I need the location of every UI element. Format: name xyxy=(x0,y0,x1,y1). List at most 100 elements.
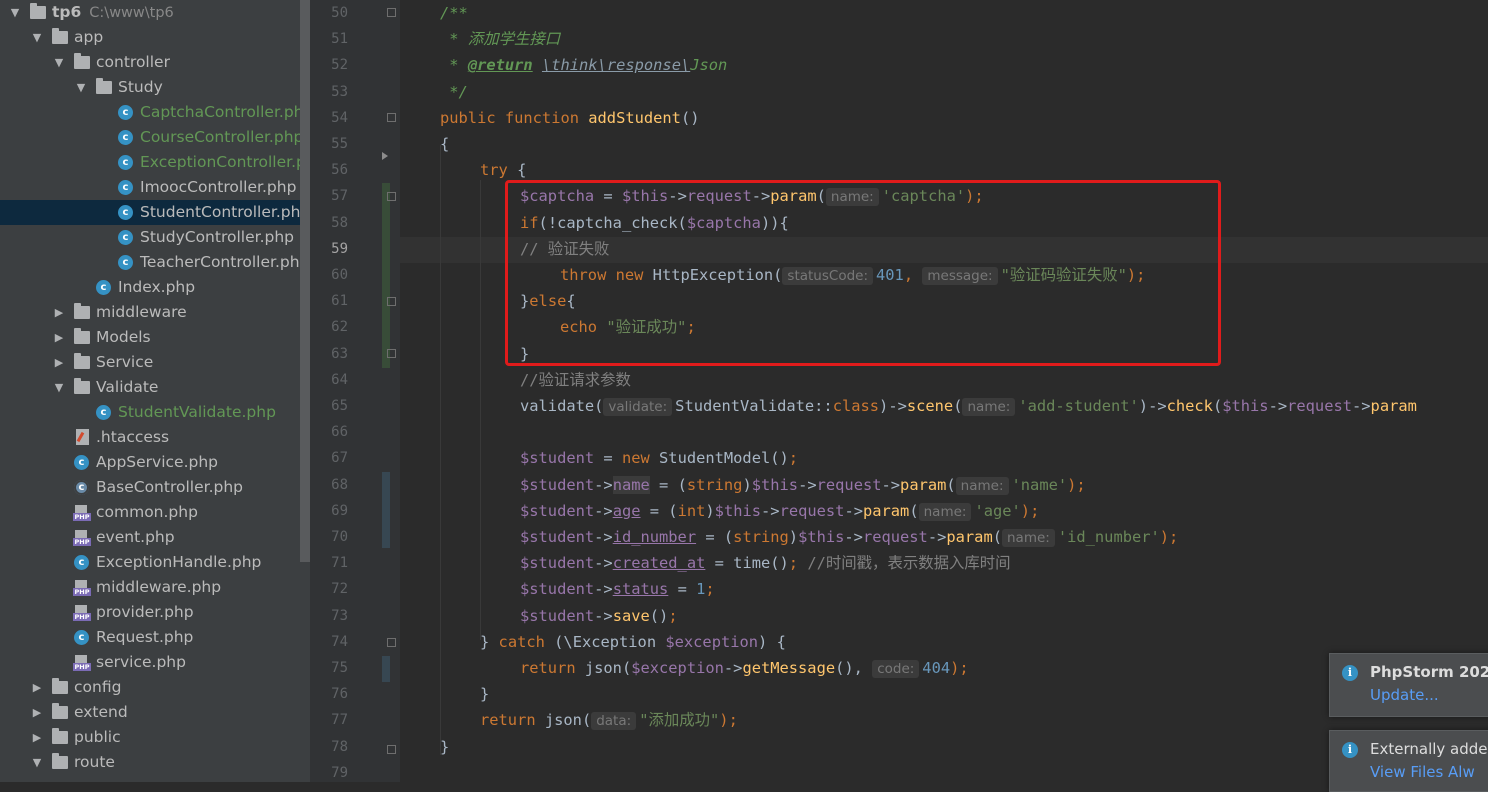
tree-item[interactable]: PHP service.php xyxy=(0,650,310,675)
tree-item[interactable]: PHP event.php xyxy=(0,525,310,550)
tree-item-name: TeacherController.php xyxy=(140,253,310,271)
expand-arrow-icon[interactable]: ▼ xyxy=(30,25,44,50)
notification-balloon[interactable]: i Externally added View Files Alw xyxy=(1329,730,1488,792)
tree-item[interactable]: ▼ tp6 C:\www\tp6 xyxy=(0,0,310,25)
fold-marker-icon[interactable] xyxy=(387,349,396,358)
code-line[interactable]: /** xyxy=(440,0,468,26)
tree-item[interactable]: ▶ middleware xyxy=(0,300,310,325)
tree-item[interactable]: ▶ config xyxy=(0,675,310,700)
code-line[interactable]: { xyxy=(440,131,449,157)
project-tree-scrollbar[interactable] xyxy=(300,0,310,562)
code-line[interactable]: $student->save(); xyxy=(520,603,678,629)
tree-item[interactable]: c Index.php xyxy=(0,275,310,300)
tree-item[interactable]: .htaccess xyxy=(0,425,310,450)
expand-arrow-icon[interactable]: ▼ xyxy=(52,50,66,75)
tree-item[interactable]: c StudyController.php xyxy=(0,225,310,250)
tree-item[interactable]: ▶ extend xyxy=(0,700,310,725)
tree-item[interactable]: PHP provider.php xyxy=(0,600,310,625)
expand-arrow-icon[interactable]: ▼ xyxy=(8,0,22,25)
project-tree[interactable]: ▼ tp6 C:\www\tp6 ▼ app ▼ controller ▼ Study c Capt… xyxy=(0,0,310,782)
code-line[interactable]: * 添加学生接口 xyxy=(440,26,560,52)
code-token: )-> xyxy=(1138,397,1167,415)
fold-marker-icon[interactable] xyxy=(387,745,396,754)
folder-icon xyxy=(74,378,90,394)
code-token: -> xyxy=(594,528,613,546)
notification-link[interactable]: View Files Alw xyxy=(1370,763,1475,781)
line-number: 63 xyxy=(331,345,348,362)
fold-marker-icon[interactable] xyxy=(387,297,396,306)
folder-icon xyxy=(52,28,68,44)
parameter-hint: name: xyxy=(918,502,972,521)
collapse-arrow-icon[interactable]: ▶ xyxy=(30,725,44,750)
fold-marker-icon[interactable] xyxy=(387,113,396,122)
tree-item[interactable]: ▶ public xyxy=(0,725,310,750)
code-line[interactable]: $student->id_number = (string)$this->req… xyxy=(520,524,1178,550)
tree-item[interactable]: c StudentValidate.php xyxy=(0,400,310,425)
expand-arrow-icon[interactable]: ▼ xyxy=(52,375,66,400)
tree-item[interactable]: c ExceptionHandle.php xyxy=(0,550,310,575)
tree-item[interactable]: ▼ controller xyxy=(0,50,310,75)
expand-arrow-icon[interactable]: ▼ xyxy=(74,75,88,100)
tree-item[interactable]: ▼ app xyxy=(0,25,310,50)
tree-item[interactable]: ▶ Service xyxy=(0,350,310,375)
vcs-modified-marker[interactable] xyxy=(382,656,390,682)
collapse-arrow-icon[interactable]: ▶ xyxy=(52,325,66,350)
tree-item[interactable]: c CaptchaController.php xyxy=(0,100,310,125)
tree-item-name: Models xyxy=(96,328,151,346)
tree-item[interactable]: c BaseController.php xyxy=(0,475,310,500)
tree-item[interactable]: ▼ Validate xyxy=(0,375,310,400)
notification-balloon[interactable]: i PhpStorm 2020. Update... xyxy=(1329,653,1488,717)
code-line[interactable]: } catch (\Exception $exception) { xyxy=(480,629,786,655)
parameter-hint: data: xyxy=(591,712,637,731)
tree-item[interactable]: c CourseController.php xyxy=(0,125,310,150)
tree-item-label: Service xyxy=(96,350,153,375)
vcs-added-marker[interactable] xyxy=(382,183,390,368)
fold-marker-icon[interactable] xyxy=(387,638,396,647)
tree-item[interactable]: c ExceptionController.ph xyxy=(0,150,310,175)
code-line[interactable]: validate(validate: StudentValidate::class… xyxy=(520,393,1417,419)
code-line[interactable]: } xyxy=(480,681,489,707)
tree-item[interactable]: c TeacherController.php xyxy=(0,250,310,275)
fold-marker-icon[interactable] xyxy=(387,192,396,201)
notification-link[interactable]: Update... xyxy=(1370,686,1439,704)
tree-item[interactable]: ▶ Models xyxy=(0,325,310,350)
line-number: 76 xyxy=(331,686,348,703)
code-line[interactable]: $student = new StudentModel(); xyxy=(520,445,798,471)
tree-item[interactable]: ▼ Study xyxy=(0,75,310,100)
collapse-arrow-icon[interactable]: ▶ xyxy=(52,350,66,375)
collapse-arrow-icon[interactable]: ▶ xyxy=(52,300,66,325)
tree-item[interactable]: c ImoocController.php xyxy=(0,175,310,200)
collapse-arrow-icon[interactable]: ▶ xyxy=(30,675,44,700)
code-line[interactable]: $student->created_at = time(); //时间戳，表示数… xyxy=(520,550,1011,576)
fold-marker-icon[interactable] xyxy=(387,8,396,17)
line-number: 57 xyxy=(331,188,348,205)
code-line[interactable]: * @return \think\response\Json xyxy=(440,52,727,78)
tree-item-label: StudyController.php xyxy=(140,225,294,250)
code-line[interactable]: return json(data: "添加成功"); xyxy=(480,707,738,733)
tree-item-label: StudentController.php xyxy=(140,200,310,225)
code-token: -> xyxy=(798,475,817,494)
tree-item[interactable]: c AppService.php xyxy=(0,450,310,475)
parameter-hint: code: xyxy=(872,660,920,678)
code-token: json( xyxy=(584,659,632,677)
tree-item[interactable]: c StudentController.php xyxy=(0,200,310,225)
code-token: 1 xyxy=(696,580,706,599)
code-line[interactable]: return json($exception->getMessage(), co… xyxy=(520,655,969,681)
code-line[interactable]: } xyxy=(440,734,449,760)
code-line[interactable]: public function addStudent() xyxy=(440,105,699,131)
code-line[interactable]: $student->age = (int)$this->request->par… xyxy=(520,498,1039,524)
tree-item[interactable]: ▼ route xyxy=(0,750,310,775)
folder-icon xyxy=(30,3,46,19)
code-line[interactable]: $student->status = 1; xyxy=(520,576,715,602)
code-editor[interactable]: /** * 添加学生接口 * @return \think\response\J… xyxy=(400,0,1488,782)
code-line[interactable]: $student->name = (string)$this->request-… xyxy=(520,472,1086,498)
tree-item[interactable]: c Request.php xyxy=(0,625,310,650)
tree-item[interactable]: PHP common.php xyxy=(0,500,310,525)
expand-arrow-icon[interactable]: ▼ xyxy=(30,750,44,775)
line-number: 60 xyxy=(331,267,348,283)
code-line[interactable]: //验证请求参数 xyxy=(520,367,631,393)
code-line[interactable]: */ xyxy=(440,79,468,105)
vcs-modified-marker[interactable] xyxy=(382,472,390,548)
tree-item[interactable]: PHP middleware.php xyxy=(0,575,310,600)
collapse-arrow-icon[interactable]: ▶ xyxy=(30,700,44,725)
